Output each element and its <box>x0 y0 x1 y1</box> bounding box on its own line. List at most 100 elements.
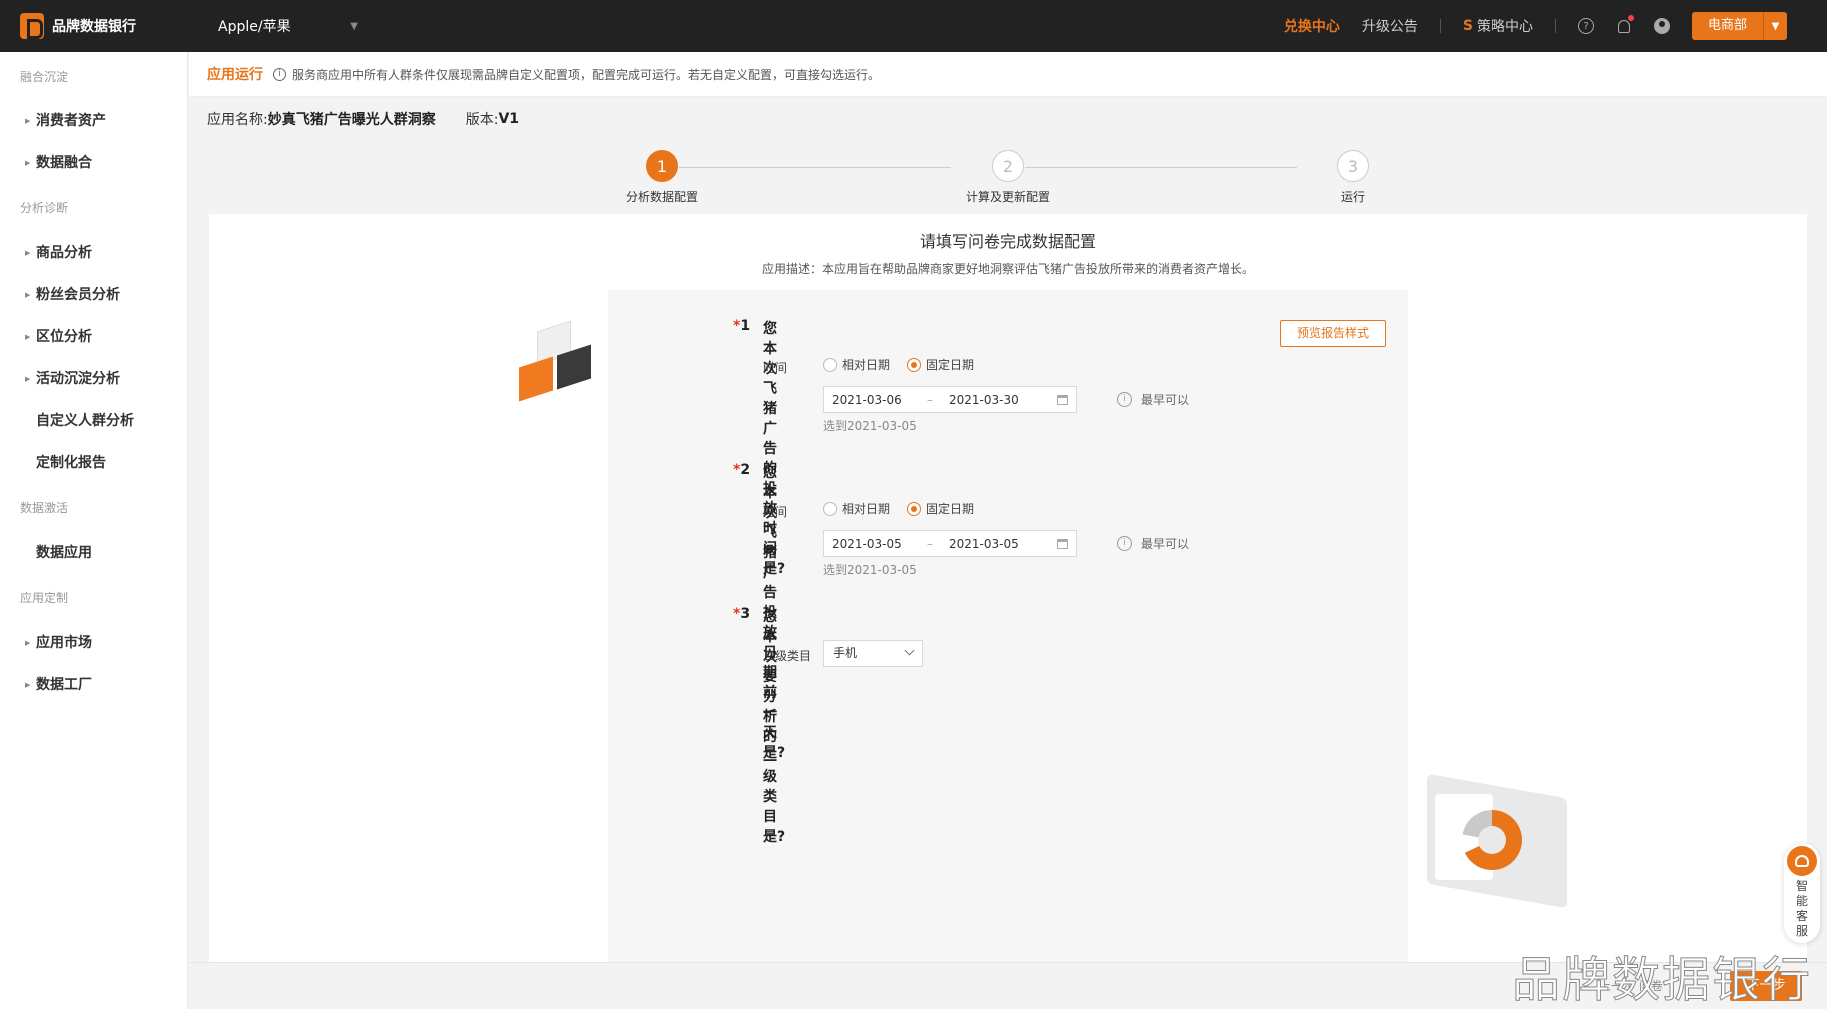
sidebar-group-label: 应用定制 <box>20 591 69 605</box>
step-label: 计算及更新配置 <box>965 190 1050 204</box>
sidebar-item-campaign-analysis[interactable]: ▶ 活动沉淀分析 <box>0 368 188 390</box>
radio-label: 相对日期 <box>842 358 891 372</box>
donut-icon <box>1462 810 1522 870</box>
radio-circle <box>823 357 837 372</box>
end-date[interactable]: 2021-03-05 <box>949 537 1044 551</box>
top-navigation-bar: 品牌数据银行 Apple/苹果 ▼ 兑换中心 升级公告 S 策略中心 ? 电商部… <box>0 0 1827 52</box>
sidebar-group-label: 分析诊断 <box>20 201 69 215</box>
strategy-label: 策略中心 <box>1476 19 1533 35</box>
nav-link-exchange-center[interactable]: 兑换中心 <box>1284 16 1340 36</box>
step-number: 2 <box>992 150 1024 182</box>
step-2: 2 计算及更新配置 <box>948 150 1068 205</box>
date-separator: – <box>927 392 933 407</box>
category-label: 二级类目 <box>763 649 812 663</box>
nav-link-strategy-center[interactable]: S 策略中心 <box>1463 16 1533 36</box>
sidebar-item-location-analysis[interactable]: ▶ 区位分析 <box>0 326 188 348</box>
sidebar-item-data-application[interactable]: 数据应用 <box>0 542 188 564</box>
version-label: 版本: <box>465 111 499 128</box>
time-label: 时间 <box>763 505 788 519</box>
divider <box>1554 19 1556 33</box>
sidebar-item-fan-member-analysis[interactable]: ▶ 粉丝会员分析 <box>0 284 188 306</box>
sidebar-item-custom-report[interactable]: 定制化报告 <box>0 452 188 474</box>
sidebar-item-label: 消费者资产 <box>36 113 106 129</box>
caret-right-icon: ▶ <box>25 291 31 299</box>
version-value: V1 <box>498 110 520 127</box>
preview-report-button[interactable]: 预览报告样式 <box>1280 320 1386 347</box>
caret-down-icon: ▼ <box>350 20 358 32</box>
date-hint: 选到2021-03-05 <box>823 563 917 577</box>
date-tip: i 最早可以 <box>1117 391 1189 408</box>
chevron-down-icon[interactable]: ▼ <box>1763 12 1787 40</box>
end-date[interactable]: 2021-03-30 <box>949 393 1044 407</box>
logo[interactable]: 品牌数据银行 <box>20 13 190 39</box>
caret-right-icon: ▶ <box>25 639 31 647</box>
notification-dot <box>1627 15 1634 21</box>
sidebar-item-consumer-assets[interactable]: ▶ 消费者资产 <box>0 110 188 132</box>
sidebar-item-custom-audience-analysis[interactable]: 自定义人群分析 <box>0 410 188 432</box>
sidebar-item-data-fusion[interactable]: ▶ 数据融合 <box>0 152 188 174</box>
nav-link-upgrade-notice[interactable]: 升级公告 <box>1362 16 1418 36</box>
tip-text: 最早可以 <box>1141 393 1190 407</box>
calendar-icon[interactable] <box>1057 538 1068 549</box>
sidebar-item-label: 应用市场 <box>36 635 92 651</box>
headset-icon <box>1787 846 1817 876</box>
step-3: 3 运行 <box>1293 150 1413 205</box>
sidebar: 融合沉淀 ▶ 消费者资产 ▶ 数据融合 分析诊断 ▶ 商品分析 ▶ 粉丝会员分析 ▶ 区位… <box>0 52 188 1009</box>
step-number: 3 <box>1337 150 1369 182</box>
brand-selector[interactable]: Apple/苹果 ▼ <box>218 16 358 36</box>
sidebar-group-label: 融合沉淀 <box>20 70 69 84</box>
info-icon: i <box>273 67 286 81</box>
sidebar-item-data-factory[interactable]: ▶ 数据工厂 <box>0 674 188 696</box>
info-icon: i <box>1117 392 1132 407</box>
category-select-value: 手机 <box>833 646 858 660</box>
sidebar-item-label: 自定义人群分析 <box>36 413 134 429</box>
user-avatar-icon[interactable] <box>1653 18 1670 34</box>
date-range-picker[interactable]: 2021-03-05 – 2021-03-05 <box>823 530 1077 557</box>
radio-circle <box>907 357 921 372</box>
customer-service-widget[interactable]: 智能客服 <box>1784 843 1820 943</box>
calendar-icon[interactable] <box>1057 394 1068 405</box>
logo-text: 品牌数据银行 <box>52 19 136 35</box>
date-range-picker[interactable]: 2021-03-06 – 2021-03-30 <box>823 386 1077 413</box>
caret-right-icon: ▶ <box>25 249 31 257</box>
question-text: 您本次要分析的二级类目是? <box>763 609 786 845</box>
customer-service-label: 智能客服 <box>1795 879 1808 938</box>
caret-right-icon: ▶ <box>25 681 31 689</box>
caret-right-icon: ▶ <box>25 117 31 125</box>
sidebar-item-label: 数据工厂 <box>36 677 92 693</box>
bell-icon[interactable] <box>1616 15 1634 34</box>
radio-fixed-date[interactable]: 固定日期 <box>907 500 974 517</box>
caret-right-icon: ▶ <box>25 159 31 167</box>
sidebar-group-label: 数据激活 <box>20 501 69 515</box>
department-button[interactable]: 电商部 ▼ <box>1691 12 1787 40</box>
radio-relative-date[interactable]: 相对日期 <box>823 500 890 517</box>
sidebar-item-app-market[interactable]: ▶ 应用市场 <box>0 632 188 654</box>
caret-right-icon: ▶ <box>25 375 31 383</box>
radio-label: 固定日期 <box>926 358 975 372</box>
cubes-illustration <box>515 320 609 406</box>
divider <box>1439 19 1441 33</box>
sidebar-item-product-analysis[interactable]: ▶ 商品分析 <box>0 242 188 264</box>
category-select[interactable]: 手机 <box>823 640 923 667</box>
step-number: 1 <box>646 150 678 182</box>
radio-fixed-date[interactable]: 固定日期 <box>907 356 974 373</box>
step-progress: 1 分析数据配置 2 计算及更新配置 3 运行 <box>600 150 1400 210</box>
info-icon: i <box>1117 536 1132 551</box>
start-date[interactable]: 2021-03-06 <box>832 393 927 407</box>
radio-relative-date[interactable]: 相对日期 <box>823 356 890 373</box>
page-title: 应用运行 <box>207 67 263 83</box>
time-label: 时间 <box>763 361 788 375</box>
help-icon[interactable]: ? <box>1577 18 1594 34</box>
step-label: 分析数据配置 <box>625 190 698 204</box>
date-hint: 选到2021-03-05 <box>823 419 917 433</box>
form-panel: 预览报告样式 *1 您本次飞猪广告的投放时间是? 时间 相对日期 固定日期 20… <box>608 290 1408 962</box>
question-number: *2 <box>733 462 751 478</box>
question-number: *1 <box>733 318 751 334</box>
card-title: 请填写问卷完成数据配置 <box>919 232 1096 251</box>
step-label: 运行 <box>1340 190 1365 204</box>
sidebar-item-label: 粉丝会员分析 <box>36 287 120 303</box>
start-date[interactable]: 2021-03-05 <box>832 537 927 551</box>
sidebar-item-label: 活动沉淀分析 <box>36 371 120 387</box>
sidebar-item-label: 数据应用 <box>36 545 92 561</box>
department-button-label[interactable]: 电商部 <box>1691 12 1763 40</box>
